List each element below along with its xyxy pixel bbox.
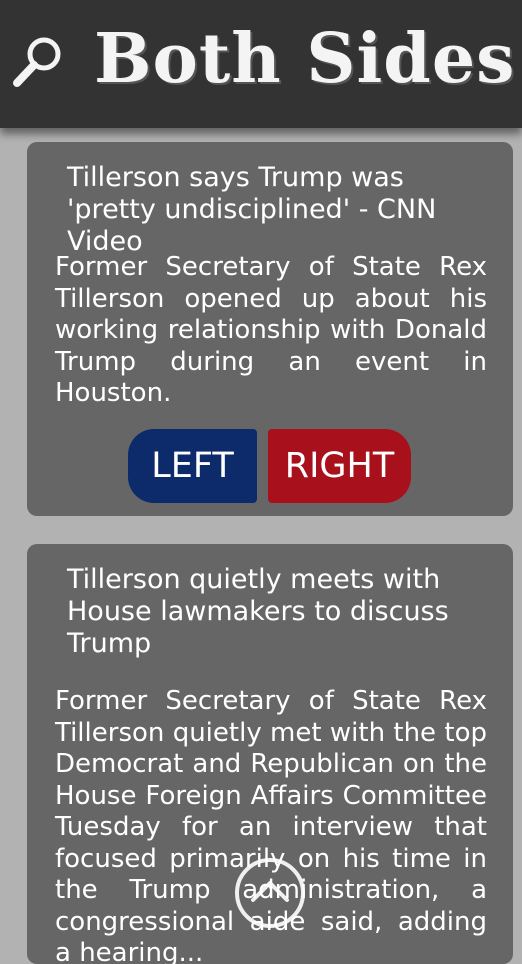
- article-title[interactable]: Tillerson says Trump was 'pretty undisci…: [67, 162, 487, 258]
- chevron-up-icon: [251, 881, 289, 902]
- left-button[interactable]: LEFT: [128, 429, 257, 503]
- scroll-to-top-button[interactable]: [233, 856, 307, 930]
- app-header: Both Sides: [0, 0, 522, 128]
- app-title: Both Sides: [94, 19, 516, 99]
- article-card: Tillerson says Trump was 'pretty undisci…: [27, 142, 513, 516]
- search-icon[interactable]: [10, 34, 66, 90]
- article-title[interactable]: Tillerson quietly meets with House lawma…: [67, 564, 487, 660]
- article-description: Former Secretary of State Rex Tillerson …: [55, 252, 487, 408]
- right-button[interactable]: RIGHT: [268, 429, 411, 503]
